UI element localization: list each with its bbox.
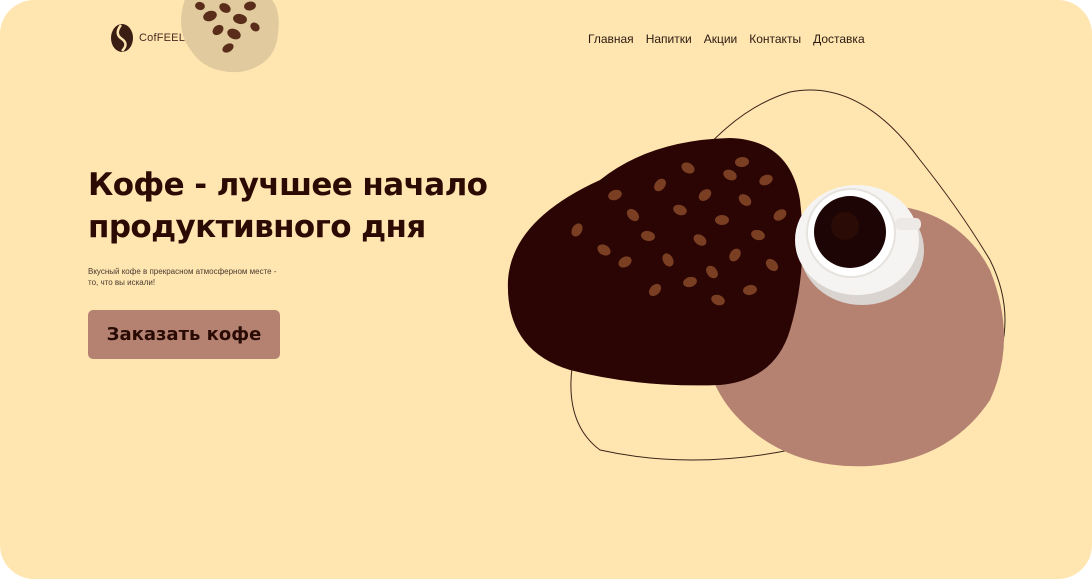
dark-blob [507,138,803,386]
landing-page: CofFEEL Главная Напитки Акции Контакты Д… [0,0,1092,579]
hero-illustration [507,89,1006,467]
